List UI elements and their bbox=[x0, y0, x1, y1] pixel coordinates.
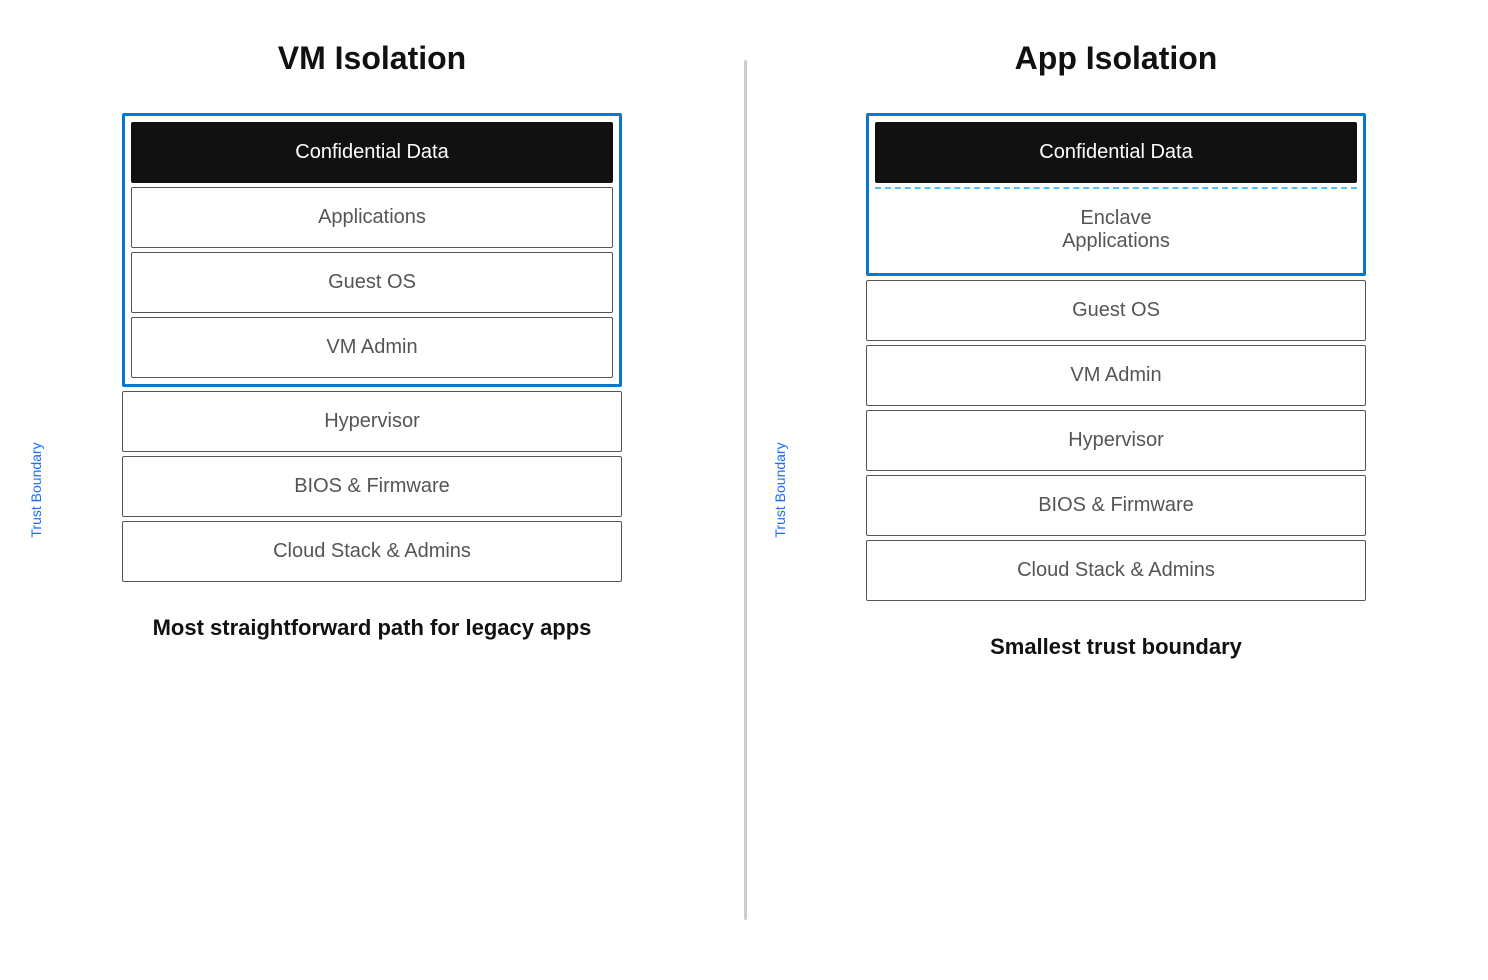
layer-guest-os-l: Guest OS bbox=[131, 252, 613, 313]
layer-bios-l: BIOS & Firmware bbox=[122, 456, 622, 517]
layer-vm-admin-l: VM Admin bbox=[131, 317, 613, 378]
layer-hypervisor-r: Hypervisor bbox=[866, 410, 1366, 471]
right-half: Trust Boundary App Isolation Confidentia… bbox=[744, 0, 1488, 980]
left-outside-layers: Hypervisor BIOS & Firmware Cloud Stack &… bbox=[122, 391, 622, 582]
right-stack: Confidential Data Enclave Applications G… bbox=[866, 113, 1366, 601]
left-title: VM Isolation bbox=[278, 40, 466, 77]
left-stack: Confidential Data Applications Guest OS … bbox=[122, 113, 622, 582]
layer-confidential-data-l: Confidential Data bbox=[131, 122, 613, 183]
layer-guest-os-r: Guest OS bbox=[866, 280, 1366, 341]
right-trust-box: Confidential Data Enclave Applications bbox=[866, 113, 1366, 276]
layer-applications-l: Applications bbox=[131, 187, 613, 248]
enclave-applications-label: Enclave Applications bbox=[875, 193, 1357, 267]
right-outside-layers: Guest OS VM Admin Hypervisor BIOS & Firm… bbox=[866, 280, 1366, 601]
left-trust-boundary-label: Trust Boundary bbox=[28, 442, 44, 537]
right-trust-boundary-label: Trust Boundary bbox=[772, 442, 788, 537]
right-title: App Isolation bbox=[1015, 40, 1218, 77]
layer-hypervisor-l: Hypervisor bbox=[122, 391, 622, 452]
left-half: Trust Boundary VM Isolation Confidential… bbox=[0, 0, 744, 980]
enclave-dashed-line bbox=[875, 187, 1357, 189]
right-caption: Smallest trust boundary bbox=[990, 633, 1242, 662]
enclave-apps-line: Applications bbox=[885, 230, 1347, 253]
layer-cloudstack-l: Cloud Stack & Admins bbox=[122, 521, 622, 582]
layer-vm-admin-r: VM Admin bbox=[866, 345, 1366, 406]
left-trust-box: Confidential Data Applications Guest OS … bbox=[122, 113, 622, 387]
layer-confidential-data-r: Confidential Data bbox=[875, 122, 1357, 183]
layer-cloudstack-r: Cloud Stack & Admins bbox=[866, 540, 1366, 601]
enclave-top-line: Enclave bbox=[885, 207, 1347, 230]
left-caption: Most straightforward path for legacy app… bbox=[153, 614, 592, 643]
page-container: Trust Boundary VM Isolation Confidential… bbox=[0, 0, 1488, 980]
layer-bios-r: BIOS & Firmware bbox=[866, 475, 1366, 536]
